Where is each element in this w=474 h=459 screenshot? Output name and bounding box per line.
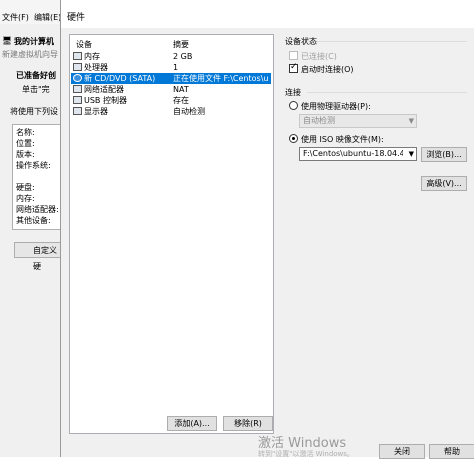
vm-details-box: 名称: 位置: 版本: 操作系统: 硬盘: 内存: 网络适配器: 其他设备: xyxy=(12,124,63,230)
device-summary: 2 GB xyxy=(173,52,193,61)
device-summary: 存在 xyxy=(173,96,189,105)
chevron-down-icon: ▼ xyxy=(408,117,414,125)
device-row-memory[interactable]: 内存 2 GB xyxy=(71,51,271,62)
detail-label: 网络适配器: xyxy=(16,205,59,214)
device-name: 新 CD/DVD (SATA) xyxy=(84,74,156,83)
detail-label: 其他设备: xyxy=(16,216,51,225)
click-instruction: 单击"完 xyxy=(22,85,50,94)
detail-label: 版本: xyxy=(16,150,35,159)
device-row-network[interactable]: 网络适配器 NAT xyxy=(71,84,271,95)
device-summary: 自动检测 xyxy=(173,107,205,116)
column-header-device[interactable]: 设备 xyxy=(76,39,92,50)
ready-heading: 已准备好创 xyxy=(16,71,56,80)
device-name: 显示器 xyxy=(84,107,108,116)
device-row-monitor[interactable]: 显示器 自动检测 xyxy=(71,106,271,117)
physical-drive-select[interactable]: 自动检测 ▼ xyxy=(299,114,417,128)
background-menubar: 文件(F) 编辑(E) xyxy=(0,0,62,24)
connect-at-power-on-label: 启动时连接(O) xyxy=(301,65,354,74)
iso-path-value: F:\Centos\ubuntu-18.04.4-serv xyxy=(303,149,403,158)
detail-label: 内存: xyxy=(16,194,35,203)
detail-label: 位置: xyxy=(16,139,35,148)
cd-icon xyxy=(73,74,82,82)
physical-drive-radio[interactable] xyxy=(289,101,298,110)
device-summary: 正在使用文件 F:\Centos\ubu... xyxy=(173,74,269,83)
wizard-subtitle: 新建虚拟机向导 xyxy=(2,50,58,59)
customize-hardware-button[interactable]: 自定义硬 xyxy=(14,242,62,271)
monitor-icon xyxy=(73,107,82,115)
device-summary: NAT xyxy=(173,85,189,94)
connect-at-power-on-checkbox[interactable] xyxy=(289,62,298,73)
remove-device-button[interactable]: 移除(R) xyxy=(223,416,273,431)
iso-image-label: 使用 ISO 映像文件(M): xyxy=(301,135,384,144)
connected-checkbox[interactable] xyxy=(289,51,298,60)
physical-drive-value: 自动检测 xyxy=(303,116,335,125)
background-wizard-panel: 🖥 我的计算机 新建虚拟机向导 已准备好创 单击"完 将使用下列设 xyxy=(0,24,63,457)
iso-path-combo[interactable]: F:\Centos\ubuntu-18.04.4-serv ▼ xyxy=(299,147,417,161)
column-header-summary[interactable]: 摘要 xyxy=(173,39,189,50)
settings-group-title: 将使用下列设 xyxy=(10,107,58,116)
computer-icon: 🖥 xyxy=(2,36,13,45)
menu-file[interactable]: 文件(F) xyxy=(2,12,29,23)
detail-label: 操作系统: xyxy=(16,161,51,170)
device-name: 网络适配器 xyxy=(84,85,124,94)
network-icon xyxy=(73,85,82,93)
device-list[interactable]: 设备 摘要 内存 2 GB 处理器 1 新 CD/DVD (SATA) 正在使用… xyxy=(69,34,274,434)
device-summary: 1 xyxy=(173,63,179,72)
cpu-icon xyxy=(73,63,82,71)
usb-icon xyxy=(73,96,82,104)
connection-title: 连接 xyxy=(285,88,301,97)
divider xyxy=(317,41,467,42)
menu-edit[interactable]: 编辑(E) xyxy=(34,12,61,23)
iso-image-radio[interactable] xyxy=(289,134,298,143)
memory-icon xyxy=(73,52,82,60)
physical-drive-label: 使用物理驱动器(P): xyxy=(301,102,371,111)
advanced-button[interactable]: 高级(V)... xyxy=(421,176,467,191)
chevron-down-icon: ▼ xyxy=(408,150,414,158)
hardware-dialog: 硬件 设备 摘要 内存 2 GB 处理器 1 新 CD/DVD (SATA) 正… xyxy=(60,0,474,459)
device-name: 内存 xyxy=(84,52,100,61)
browse-button[interactable]: 浏览(B)... xyxy=(421,147,467,162)
device-name: USB 控制器 xyxy=(84,96,127,105)
detail-label: 名称: xyxy=(16,128,35,137)
activation-watermark-subtitle: 转到"设置"以激活 Windows。 xyxy=(258,450,354,458)
device-row-usb[interactable]: USB 控制器 存在 xyxy=(71,95,271,106)
device-row-processor[interactable]: 处理器 1 xyxy=(71,62,271,73)
add-device-button[interactable]: 添加(A)... xyxy=(167,416,217,431)
device-name: 处理器 xyxy=(84,63,108,72)
vm-title: 我的计算机 xyxy=(14,37,54,46)
detail-label: 硬盘: xyxy=(16,183,35,192)
dialog-title: 硬件 xyxy=(67,13,86,23)
divider xyxy=(307,92,467,93)
device-row-cd-dvd[interactable]: 新 CD/DVD (SATA) 正在使用文件 F:\Centos\ubu... xyxy=(71,73,271,84)
dialog-titlebar[interactable]: 硬件 xyxy=(61,0,474,28)
connected-label: 已连接(C) xyxy=(301,52,337,61)
device-status-title: 设备状态 xyxy=(285,37,317,46)
